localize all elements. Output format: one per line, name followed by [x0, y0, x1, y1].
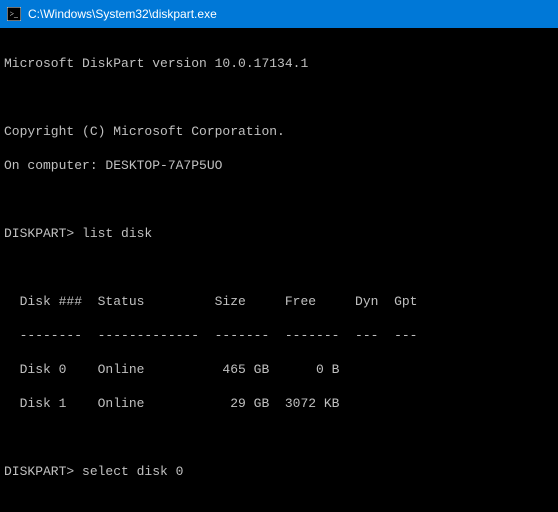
window-titlebar[interactable]: >_ C:\Windows\System32\diskpart.exe [0, 0, 558, 28]
console-icon: >_ [6, 6, 22, 22]
disk-table-row: Disk 1 Online 29 GB 3072 KB [4, 395, 554, 412]
blank-line [4, 259, 554, 276]
blank-line [4, 429, 554, 446]
prompt-select-disk: DISKPART> select disk 0 [4, 463, 554, 480]
window-title: C:\Windows\System32\diskpart.exe [28, 7, 217, 21]
prompt-list-disk: DISKPART> list disk [4, 225, 554, 242]
disk-table-header: Disk ### Status Size Free Dyn Gpt [4, 293, 554, 310]
disk-table-row: Disk 0 Online 465 GB 0 B [4, 361, 554, 378]
disk-table-divider: -------- ------------- ------- ------- -… [4, 327, 554, 344]
computer-line: On computer: DESKTOP-7A7P5UO [4, 157, 554, 174]
blank-line [4, 497, 554, 512]
blank-line [4, 191, 554, 208]
console-output: Microsoft DiskPart version 10.0.17134.1 … [0, 28, 558, 512]
blank-line [4, 89, 554, 106]
copyright-line: Copyright (C) Microsoft Corporation. [4, 123, 554, 140]
version-line: Microsoft DiskPart version 10.0.17134.1 [4, 55, 554, 72]
svg-text:>_: >_ [10, 10, 18, 19]
